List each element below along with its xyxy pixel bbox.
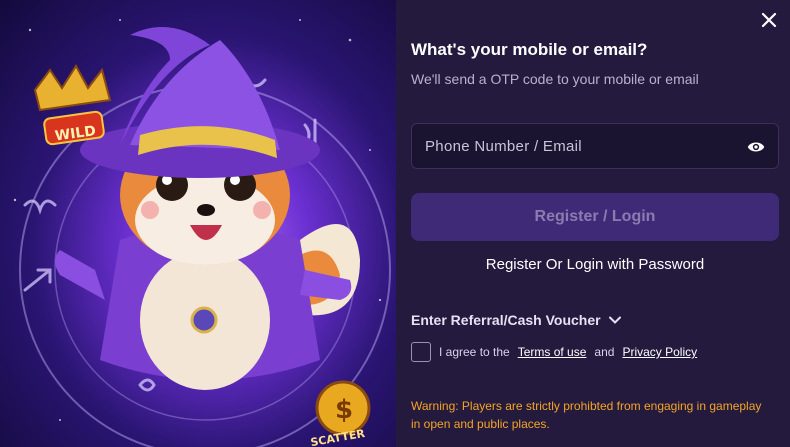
gameplay-warning: Warning: Players are strictly prohibted … [411,399,762,431]
auth-panel: What's your mobile or email? We'll send … [396,0,790,447]
svg-text:$: $ [335,395,353,425]
privacy-policy-link[interactable]: Privacy Policy [622,345,697,359]
eye-icon[interactable] [746,138,766,156]
chevron-down-icon [608,316,621,324]
agree-and-text: and [594,345,615,359]
terms-of-use-link[interactable]: Terms of use [518,345,587,359]
form-subtitle: We'll send a OTP code to your mobile or … [411,71,699,87]
agree-prefix-text: I agree to the [439,345,510,359]
promo-illustration: WILD $ SCATTER [0,0,396,447]
terms-agreement-row: I agree to the Terms of use and Privacy … [411,342,697,362]
register-login-button[interactable]: Register / Login [411,193,779,241]
contact-field-wrapper [411,123,779,169]
wild-badge: WILD [33,64,112,146]
close-icon[interactable] [759,10,779,30]
login-modal: WILD $ SCATTER What's your mobile or ema… [0,0,790,447]
referral-label: Enter Referral/Cash Voucher [411,312,601,328]
password-login-link[interactable]: Register Or Login with Password [411,256,779,273]
phone-email-input[interactable] [412,124,778,168]
terms-checkbox[interactable] [411,342,431,362]
referral-voucher-toggle[interactable]: Enter Referral/Cash Voucher [411,312,621,328]
scatter-coin-badge: $ SCATTER [310,380,371,447]
wizard-fox-artwork: WILD $ SCATTER [13,19,391,447]
form-title: What's your mobile or email? [411,40,648,59]
